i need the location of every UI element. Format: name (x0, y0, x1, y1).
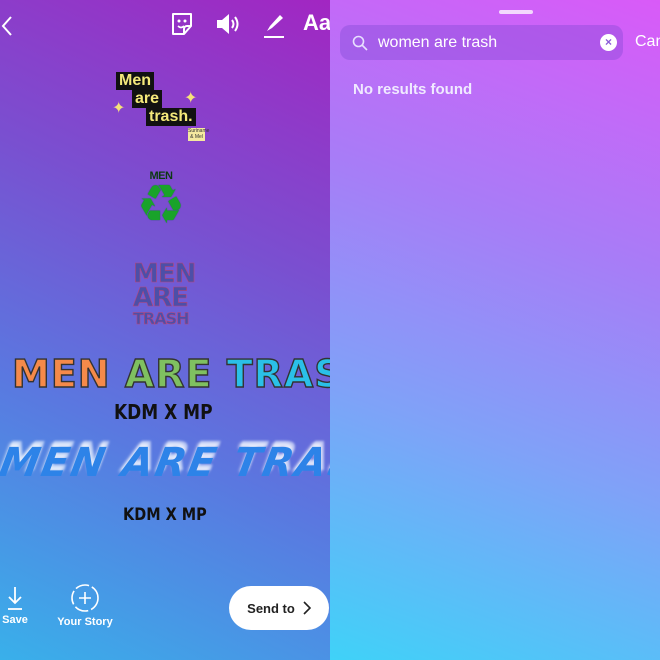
download-icon (8, 587, 22, 610)
recycle-icon: ♻ (136, 175, 186, 235)
drag-handle[interactable] (499, 10, 533, 14)
sticker-men-are-trash-colored[interactable]: MEN ARE TRASH! (11, 351, 330, 396)
search-bar[interactable]: × (340, 25, 623, 60)
sticker-search-panel: × Cancel No results found (330, 0, 660, 660)
sticker-credit: KDM X MP (123, 505, 207, 525)
add-story-icon (71, 584, 99, 612)
sticker-icon[interactable] (169, 11, 195, 37)
sparkle-icon: ✦ (112, 100, 126, 117)
sticker-credit: KDM X MP (114, 400, 213, 424)
clear-search-icon[interactable]: × (600, 34, 617, 51)
speaker-icon[interactable] (215, 12, 241, 36)
sticker-stamp: Suriname & Mel (188, 128, 210, 141)
sticker-men-are-trash-splash[interactable]: MEN ARE TRASH (0, 440, 330, 486)
text-tool-button[interactable]: Aa (303, 10, 330, 36)
story-editor: Aa Men are trash. Suriname & Mel ✦ ✦ MEN… (0, 0, 330, 660)
empty-state-message: No results found (353, 81, 473, 98)
sparkle-icon: ✦ (184, 90, 198, 107)
cancel-button[interactable]: Cancel (635, 33, 660, 51)
send-to-button[interactable]: Send to (229, 586, 329, 630)
your-story-button[interactable]: Your Story (52, 583, 118, 628)
sticker-men-are-trash-yellow[interactable]: Men are trash. (116, 72, 216, 126)
chevron-right-icon (303, 601, 311, 615)
save-button[interactable]: Save (0, 585, 30, 626)
sticker-men-are-trash-block[interactable]: MEN ARE TRASH (133, 261, 197, 328)
search-input[interactable] (378, 33, 588, 52)
back-icon[interactable] (0, 14, 14, 38)
sticker-recycle[interactable]: MEN ♻ (128, 170, 194, 235)
pen-icon[interactable] (262, 11, 286, 39)
search-icon (352, 35, 368, 51)
